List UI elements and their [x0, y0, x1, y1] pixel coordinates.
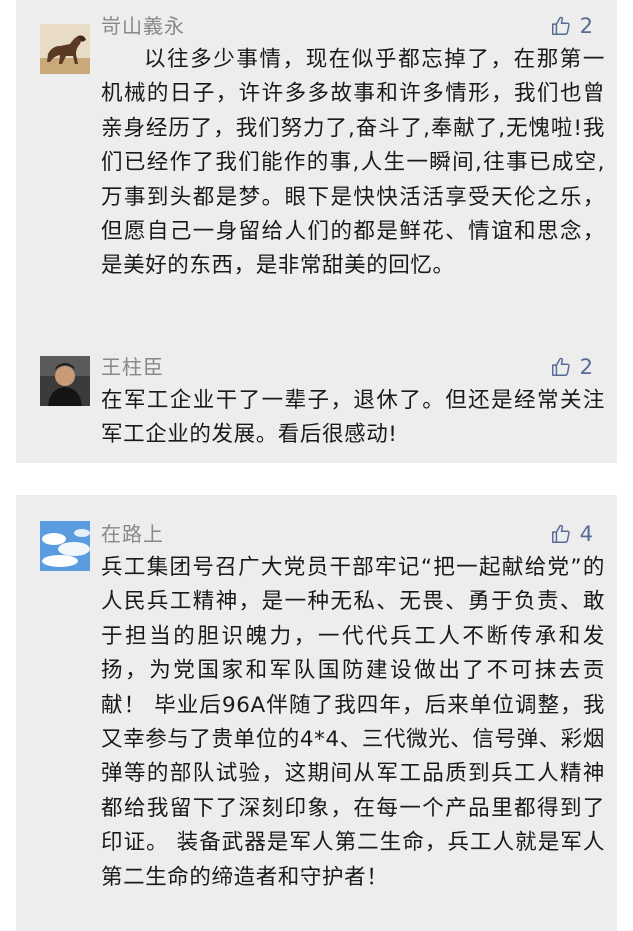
like-button[interactable]: 2 — [550, 355, 593, 379]
like-count: 2 — [579, 14, 593, 38]
comment-text: 兵工集团号召广大党员干部牢记“把一起献给党”的人民兵工精神，是一种无私、无畏、勇… — [101, 555, 606, 890]
like-count: 4 — [579, 522, 593, 546]
sky-avatar-icon — [40, 521, 90, 571]
comment-item: 王柱臣 2 在军工企业干了一辈子，退休了。但还是经常关注军工企业的发展。看后很感… — [16, 342, 617, 463]
comment-text: 以往多少事情，现在似乎都忘掉了，在那第一机械的日子，许许多多故事和许多情形，我们… — [101, 47, 605, 279]
person-avatar-icon — [40, 356, 90, 406]
comment-text: 在军工企业干了一辈子，退休了。但还是经常关注军工企业的发展。看后很感动! — [101, 388, 605, 448]
like-count: 2 — [579, 355, 593, 379]
horse-avatar-icon — [40, 24, 90, 74]
comment-card: 岢山義永 2 以往多少事情，现在似乎都忘掉了，在那第一机械的日子，许许多多故事和… — [16, 0, 617, 463]
avatar[interactable] — [40, 356, 90, 406]
like-button[interactable]: 2 — [550, 14, 593, 38]
avatar[interactable] — [40, 521, 90, 571]
like-button[interactable]: 4 — [550, 522, 593, 546]
thumbs-up-icon — [551, 16, 570, 35]
comment-item: 在路上 4 兵工集团号召广大党员干部牢记“把一起献给党”的人民兵工精神，是一种无… — [16, 495, 617, 931]
thumbs-up-icon — [551, 524, 570, 543]
author-name[interactable]: 在路上 — [101, 522, 164, 546]
avatar[interactable] — [40, 24, 90, 74]
author-name[interactable]: 王柱臣 — [101, 355, 164, 379]
author-name[interactable]: 岢山義永 — [101, 14, 185, 38]
thumbs-up-icon — [551, 357, 570, 376]
comment-item: 岢山義永 2 以往多少事情，现在似乎都忘掉了，在那第一机械的日子，许许多多故事和… — [16, 0, 617, 330]
comment-card: 在路上 4 兵工集团号召广大党员干部牢记“把一起献给党”的人民兵工精神，是一种无… — [16, 495, 617, 931]
